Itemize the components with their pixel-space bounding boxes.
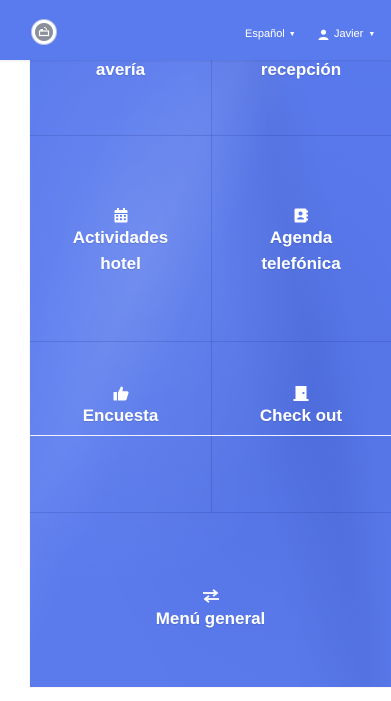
tile-menu-general-label: Menú general [155, 609, 266, 628]
user-name: Javier [334, 28, 364, 40]
tile-actividades-line2: hotel [100, 254, 141, 273]
exchange-arrows-icon [202, 588, 220, 604]
address-book-icon [294, 208, 308, 223]
top-navbar: Español ▼ Javier ▼ [0, 0, 391, 60]
user-icon [318, 29, 329, 40]
tile-encuesta[interactable]: Encuesta [30, 342, 211, 512]
tile-agenda-line2: telefónica [261, 254, 341, 273]
user-menu[interactable]: Javier ▼ [318, 28, 375, 40]
tile-averia-label: avería [95, 60, 146, 79]
door-icon [293, 385, 309, 401]
tile-encuesta-label: Encuesta [82, 406, 159, 425]
language-dropdown[interactable]: Español ▼ [245, 28, 296, 40]
caret-down-icon: ▼ [368, 30, 376, 38]
hotel-logo-icon [35, 23, 53, 41]
tile-agenda-telefonica[interactable]: Agenda telefónica [211, 136, 391, 341]
thumbs-up-icon [113, 385, 129, 401]
tile-checkout-label: Check out [259, 406, 343, 425]
tile-check-out[interactable]: Check out [211, 342, 391, 512]
hotel-logo[interactable] [31, 19, 57, 45]
tile-recepcion-label: recepción [260, 60, 342, 79]
tile-actividades-hotel[interactable]: Actividades hotel [30, 136, 211, 341]
main-menu-grid: avería recepción Actividades hotel Agend… [30, 0, 391, 687]
caret-down-icon: ▼ [288, 30, 296, 38]
calendar-icon [114, 208, 128, 223]
tile-actividades-line1: Actividades [72, 228, 169, 247]
language-label: Español [245, 28, 285, 40]
tile-agenda-line1: Agenda [269, 228, 333, 247]
tile-menu-general[interactable]: Menú general [30, 513, 391, 687]
